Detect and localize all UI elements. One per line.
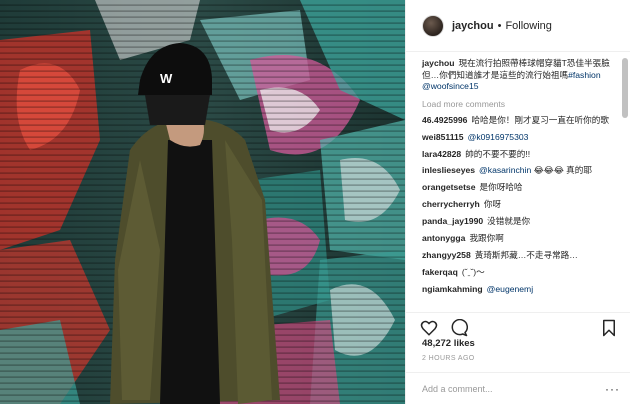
comment-item: antonygga 我跟你啊 <box>422 233 620 245</box>
post-header: jaychou • Following <box>406 0 630 52</box>
comment-mention[interactable]: @kasarinchin <box>479 165 531 175</box>
comment-item: wei851115 @k0916975303 <box>422 132 620 144</box>
comment-text: 你呀 <box>483 199 502 210</box>
comment-username[interactable]: lara42828 <box>422 149 461 159</box>
comment-mention[interactable]: @eugenemj <box>487 284 533 294</box>
likes-count[interactable]: 48,272 likes <box>422 338 475 349</box>
comment-username[interactable]: panda_jay1990 <box>422 216 483 226</box>
post-actions <box>406 312 630 338</box>
header-separator: • <box>497 19 502 32</box>
comment-username[interactable]: inleslieseyes <box>422 165 475 175</box>
comment-item: lara42828 帥的不要不要的!! <box>422 149 620 161</box>
load-more-comments[interactable]: Load more comments <box>422 99 620 109</box>
caption-mention[interactable]: @woofsince15 <box>422 81 479 91</box>
comment-item: cherrycherryh 你呀 <box>422 199 620 211</box>
photo-illustration: W <box>0 0 405 404</box>
comment-username[interactable]: antonygga <box>422 233 465 243</box>
comment-username[interactable]: cherrycherryh <box>422 199 480 209</box>
comment-text: (ˇˍˇ)～ <box>461 266 485 277</box>
comment-item: inleslieseyes @kasarinchin 😂😂😂 真的耶 <box>422 165 620 177</box>
cap-logo-letter: W <box>160 71 173 86</box>
comment-item: ngiamkahming @eugenemj <box>422 284 620 296</box>
caption-hashtag[interactable]: #fashion <box>568 70 601 80</box>
add-comment-input[interactable] <box>422 383 605 394</box>
heart-icon[interactable] <box>420 319 438 337</box>
comment-mention[interactable]: @k0916975303 <box>468 132 529 142</box>
comment-item: zhangyy258 黃琦斯邦藏…不走寻常路… <box>422 250 620 262</box>
post-timestamp: 2 HOURS AGO <box>422 355 475 362</box>
add-comment-bar: ··· <box>406 372 630 404</box>
caption-username[interactable]: jaychou <box>422 58 454 68</box>
bookmark-icon[interactable] <box>600 319 618 337</box>
header-username[interactable]: jaychou <box>452 20 494 32</box>
following-button[interactable]: Following <box>505 20 551 32</box>
comment-text: 是你呀哈哈 <box>479 182 523 193</box>
comment-text: 哈哈是你！剛才夏习一直在听你的歌 <box>471 114 609 125</box>
avatar[interactable] <box>422 14 444 37</box>
comment-item: panda_jay1990 没错就是你 <box>422 216 620 228</box>
comment-username[interactable]: 46.4925996 <box>422 115 467 125</box>
post-photo[interactable]: W <box>0 0 405 404</box>
comment-item: fakerqaq (ˇˍˇ)～ <box>422 267 620 279</box>
comment-item: 46.4925996 哈哈是你！剛才夏习一直在听你的歌 <box>422 115 620 127</box>
comment-username[interactable]: fakerqaq <box>422 267 458 277</box>
comment-text: 黃琦斯邦藏…不走寻常路… <box>474 249 578 260</box>
comment-text: 帥的不要不要的!! <box>465 148 531 159</box>
comment-bubble-icon[interactable] <box>450 318 469 337</box>
comments-list: jaychou 現在流行拍照帶棒球帽穿貓T恐佳半張臉 但…你們知道誰才是這些的流行… <box>406 56 630 310</box>
more-options-icon[interactable]: ··· <box>605 382 620 396</box>
comment-text: 没错就是你 <box>487 216 531 227</box>
comment-username[interactable]: ngiamkahming <box>422 284 483 294</box>
caption: jaychou 現在流行拍照帶棒球帽穿貓T恐佳半張臉 但…你們知道誰才是這些的流行… <box>422 58 620 93</box>
comment-username[interactable]: wei851115 <box>422 132 464 142</box>
comment-username[interactable]: orangetsetse <box>422 182 476 192</box>
comment-username[interactable]: zhangyy258 <box>422 250 471 260</box>
post-side-panel: jaychou • Following jaychou 現在流行拍照帶棒球帽穿貓T… <box>405 0 630 404</box>
comment-item: orangetsetse 是你呀哈哈 <box>422 182 620 194</box>
comment-text: 😂😂😂 真的耶 <box>533 165 592 176</box>
comment-text: 我跟你啊 <box>469 233 504 244</box>
